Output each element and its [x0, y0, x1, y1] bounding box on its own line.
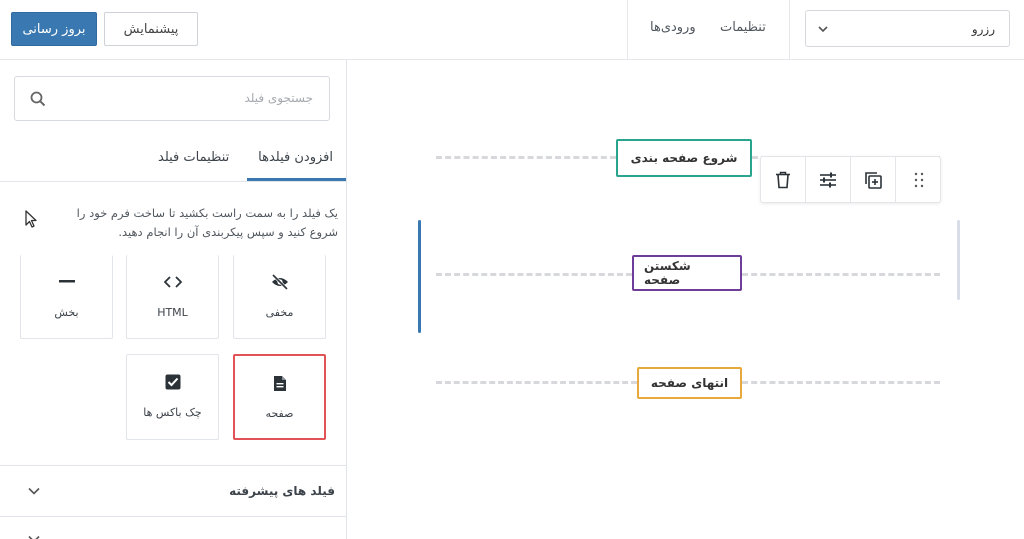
form-select-value: رزرو: [971, 22, 995, 36]
field-section[interactable]: بخش: [20, 255, 113, 339]
checkbox-icon: [164, 373, 182, 391]
page-end-line-left: [436, 381, 637, 384]
field-label: مخفی: [265, 306, 294, 319]
fields-sidebar: جستجوی فیلد افزودن فیلدها تنظیمات فیلد ی…: [0, 60, 347, 539]
eye-off-icon: [271, 273, 289, 291]
field-settings-button[interactable]: [806, 157, 851, 202]
active-tab-indicator: [247, 178, 346, 181]
field-hidden[interactable]: مخفی: [233, 255, 326, 339]
sidebar-tabs: افزودن فیلدها تنظیمات فیلد: [0, 142, 346, 182]
form-select-dropdown[interactable]: رزرو: [805, 10, 1010, 47]
drag-handle-icon: [914, 172, 923, 187]
field-label: HTML: [157, 306, 188, 319]
selected-field-indicator: [418, 220, 421, 333]
divider: [627, 0, 628, 60]
nav-settings-link[interactable]: تنظیمات: [720, 20, 766, 35]
field-label: صفحه: [265, 407, 294, 420]
top-bar: بروز رسانی پیشنمایش ورودی‌ها تنظیمات رزر…: [0, 0, 1024, 60]
drag-handle[interactable]: [896, 157, 941, 202]
duplicate-icon: [865, 171, 882, 189]
trash-icon: [776, 171, 790, 188]
page-break-line-left: [436, 273, 632, 276]
delete-field-button[interactable]: [761, 157, 806, 202]
field-checkbox[interactable]: چک باکس ها: [126, 354, 219, 440]
tab-add-fields[interactable]: افزودن فیلدها: [258, 150, 333, 165]
preview-button[interactable]: پیشنمایش: [104, 12, 198, 46]
field-label: چک باکس ها: [143, 406, 202, 419]
chevron-down-icon: [818, 26, 828, 33]
chevron-down-icon: [28, 535, 40, 539]
page-end-marker[interactable]: انتهای صفحه: [637, 367, 742, 399]
field-label: بخش: [54, 306, 79, 319]
accordion-next[interactable]: [0, 518, 346, 539]
divider: [789, 0, 790, 60]
chevron-down-icon: [28, 487, 40, 495]
minus-icon: [58, 273, 76, 291]
sliders-icon: [820, 172, 836, 187]
field-toolbar: [760, 156, 941, 203]
field-page[interactable]: صفحه: [233, 354, 326, 440]
form-builder-canvas: شروع صفحه بندی شکستن صفحه انتهای صفحه: [348, 60, 1024, 539]
drag-hint-text: یک فیلد را به سمت راست بکشید تا ساخت فرم…: [76, 206, 338, 239]
document-icon: [271, 374, 289, 392]
tab-field-settings[interactable]: تنظیمات فیلد: [158, 150, 229, 165]
nav-entries-link[interactable]: ورودی‌ها: [650, 20, 696, 35]
search-icon: [30, 91, 46, 107]
page-start-line-left: [436, 156, 616, 159]
accordion-advanced-fields[interactable]: فیلد های پیشرفته: [0, 465, 346, 517]
update-button[interactable]: بروز رسانی: [11, 12, 97, 46]
code-icon: [163, 273, 182, 291]
cursor-icon: [25, 210, 37, 228]
search-placeholder: جستجوی فیلد: [244, 91, 313, 105]
page-break-marker[interactable]: شکستن صفحه: [632, 255, 742, 291]
duplicate-field-button[interactable]: [851, 157, 896, 202]
page-break-line-right: [742, 273, 940, 276]
field-search-input[interactable]: جستجوی فیلد: [14, 76, 330, 121]
page-start-marker[interactable]: شروع صفحه بندی: [616, 139, 752, 177]
field-html[interactable]: HTML: [126, 255, 219, 339]
selected-field-border: [957, 220, 960, 300]
accordion-title: فیلد های پیشرفته: [229, 484, 335, 498]
page-end-line-right: [742, 381, 940, 384]
